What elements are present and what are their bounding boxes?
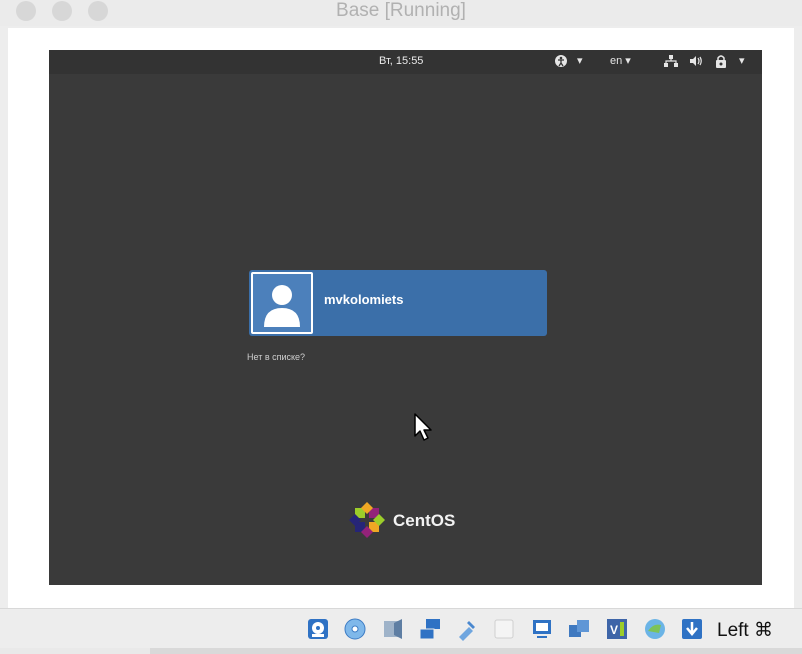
display-icon[interactable]	[530, 617, 554, 641]
volume-icon[interactable]	[689, 54, 703, 73]
network-icon[interactable]	[418, 617, 442, 641]
host-key-arrow-icon[interactable]	[680, 617, 704, 641]
video-capture-icon[interactable]	[567, 617, 591, 641]
gnome-top-bar: Вт, 15:55 ▾ en ▾ ▾	[49, 50, 762, 74]
svg-text:V: V	[610, 623, 618, 637]
title-bar[interactable]: Base [Running]	[0, 0, 802, 26]
host-key-label: Left ⌘	[717, 620, 773, 641]
language-selector[interactable]: en ▾	[610, 54, 631, 67]
user-avatar	[251, 272, 313, 334]
accessibility-icon[interactable]	[554, 54, 568, 73]
vm-status-bar: V Left ⌘	[0, 608, 802, 649]
virtualbox-window: Base [Running] Вт, 15:55 ▾ en ▾ ▾ mvkolo…	[0, 0, 802, 654]
network-status-icon[interactable]	[664, 54, 678, 73]
accessibility-dropdown-arrow[interactable]: ▾	[577, 54, 583, 67]
vm-display[interactable]: Вт, 15:55 ▾ en ▾ ▾ mvkolomiets Нет в спи…	[49, 50, 762, 585]
power-lock-icon[interactable]	[714, 54, 728, 74]
username-label: mvkolomiets	[324, 292, 404, 307]
hard-disk-icon[interactable]	[306, 617, 330, 641]
shared-folder-icon[interactable]	[492, 617, 516, 641]
mouse-integration-icon[interactable]	[643, 617, 667, 641]
optical-drive-icon[interactable]	[343, 617, 367, 641]
cpu-icon[interactable]: V	[605, 617, 629, 641]
user-avatar-icon	[264, 285, 300, 327]
centos-logo-icon	[347, 500, 387, 540]
audio-icon[interactable]	[381, 617, 405, 641]
centos-brand-text: CentOS	[393, 511, 456, 530]
system-menu-arrow[interactable]: ▾	[739, 54, 745, 67]
bottom-tab-strip	[0, 648, 802, 654]
usb-icon[interactable]	[455, 617, 479, 641]
bottom-tab	[0, 648, 150, 654]
clock[interactable]: Вт, 15:55	[379, 55, 423, 67]
mouse-pointer-icon	[413, 412, 435, 449]
user-list-item[interactable]: mvkolomiets	[249, 270, 547, 336]
window-title: Base [Running]	[336, 0, 466, 21]
not-listed-link[interactable]: Нет в списке?	[247, 352, 305, 362]
